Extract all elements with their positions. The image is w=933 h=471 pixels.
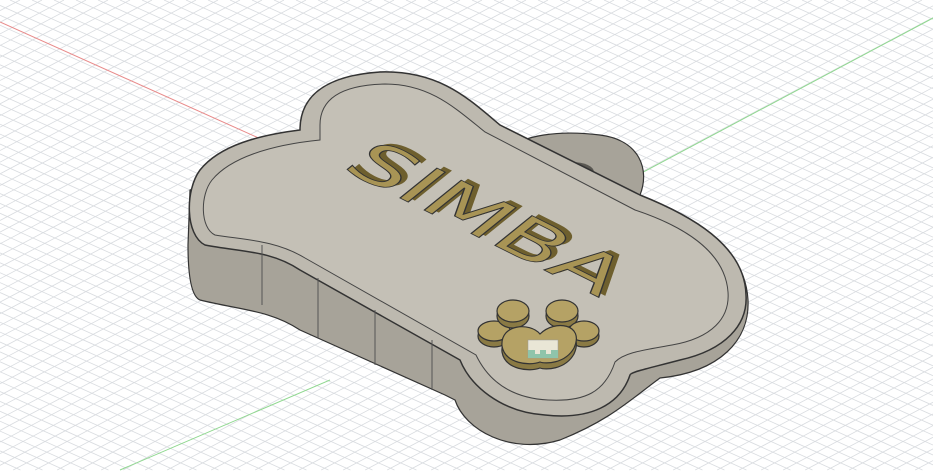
grid-line: [0, 381, 197, 471]
grid-line: [625, 0, 933, 139]
grid-line: [915, 460, 933, 471]
grid-line: [827, 413, 933, 471]
grid-line: [757, 0, 933, 80]
grid-line: [783, 390, 933, 471]
grid-line: [0, 0, 263, 140]
grid-line: [761, 378, 933, 471]
grid-line: [0, 0, 153, 81]
3d-viewport[interactable]: SIMBA SIMBA: [0, 0, 933, 471]
grid-line: [603, 0, 933, 149]
grid-line: [0, 0, 131, 70]
grid-line: [0, 0, 109, 58]
grid-line: [0, 0, 175, 93]
grid-line: [0, 371, 219, 471]
grid-line: [911, 0, 933, 10]
grid-line: [0, 0, 197, 105]
grid-line: [0, 331, 307, 471]
model-canvas[interactable]: SIMBA SIMBA: [0, 0, 933, 471]
grid-line: [0, 0, 241, 128]
grid-line: [0, 430, 87, 471]
grid-line: [0, 0, 219, 116]
grid-line: [0, 0, 21, 11]
grid-line: [691, 0, 933, 109]
grid-line: [823, 0, 933, 50]
grid-line: [0, 0, 87, 46]
grid-line: [849, 425, 933, 471]
sketch-glyph-icon[interactable]: [527, 339, 559, 359]
grid-line: [0, 460, 21, 471]
grid-line: [739, 366, 933, 471]
y-axis-line: [599, 17, 933, 196]
